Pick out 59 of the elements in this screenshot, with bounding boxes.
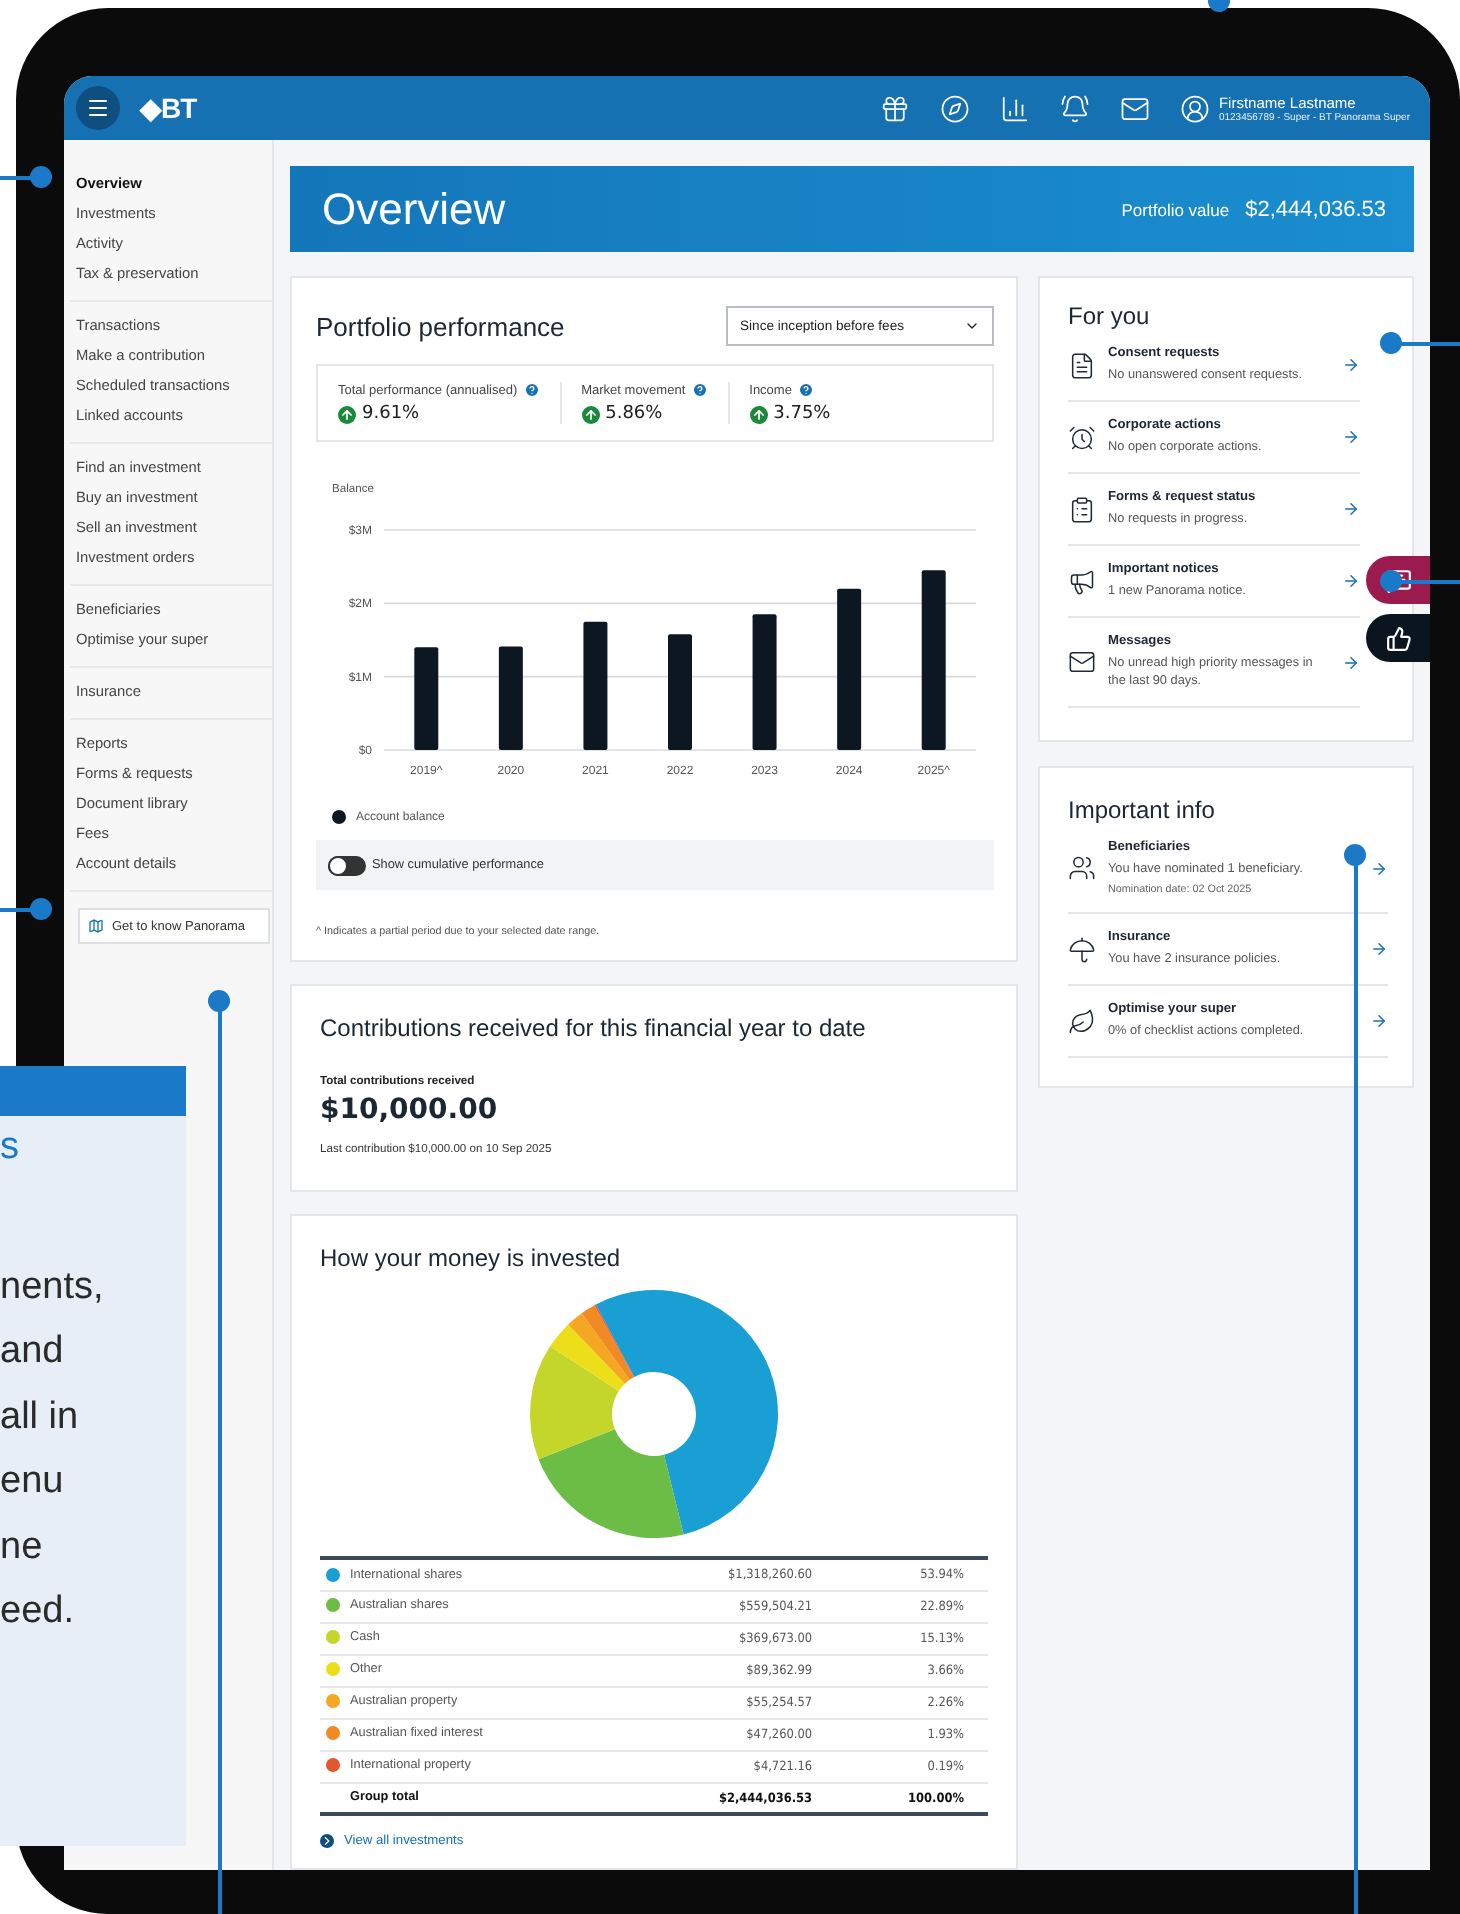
clipboard-icon [1068, 495, 1096, 523]
logo: ◆BT [140, 92, 197, 124]
portfolio-value-label: Portfolio value [1121, 199, 1230, 219]
arrow-right-icon [1342, 428, 1360, 446]
alarm-icon [1068, 423, 1096, 451]
callout-text: eed. [0, 1588, 76, 1636]
metric-value: 3.75% [773, 404, 831, 424]
chevron-icon [320, 1834, 334, 1848]
card-title: Important info [1068, 796, 1217, 824]
mail-icon [1068, 648, 1096, 676]
document-icon [1068, 351, 1096, 379]
people-icon [1068, 854, 1096, 882]
megaphone-icon [1068, 567, 1096, 595]
metric-value: 9.61% [362, 404, 420, 424]
page-title: Overview [322, 183, 506, 235]
callout-text: and [0, 1328, 66, 1376]
help-icon[interactable] [797, 382, 814, 398]
chart-bar [498, 646, 523, 750]
chart-bar [414, 647, 439, 750]
arrow-right-icon [1342, 500, 1360, 518]
contributions-amount: $10,000.00 [320, 1094, 500, 1126]
arrow-right-icon [1342, 356, 1360, 374]
arrow-right-icon [1370, 940, 1388, 958]
toggle-switch[interactable] [328, 855, 366, 875]
portfolio-value: $2,444,036.53 [1245, 197, 1386, 221]
thumbs-up-icon [1385, 625, 1411, 651]
mail-icon[interactable] [1120, 93, 1151, 123]
caret-icon [964, 318, 980, 334]
legend-dot [332, 810, 346, 824]
gift-icon[interactable] [880, 93, 911, 123]
card-title: Contributions received for this financial year to date [320, 1014, 868, 1042]
help-icon[interactable] [691, 382, 708, 398]
chart-icon[interactable] [1000, 93, 1031, 123]
callout-text: enu [0, 1458, 66, 1506]
callout-text: nents, [0, 1263, 106, 1311]
callout-text: ne [0, 1523, 45, 1571]
card-title: Portfolio performance [316, 311, 565, 341]
callout-text: s [0, 1124, 21, 1172]
card-title: For you [1068, 302, 1152, 330]
callout-text: all in [0, 1393, 81, 1441]
user-icon [1180, 93, 1211, 123]
help-icon[interactable] [523, 382, 540, 398]
card-title: How your money is invested [320, 1244, 623, 1272]
umbrella-icon [1068, 935, 1096, 963]
chart-bar [752, 614, 777, 750]
arrow-right-icon [1342, 653, 1360, 671]
metric-value: 5.86% [605, 404, 663, 424]
feedback-button[interactable] [1366, 614, 1430, 662]
chart-bar [583, 621, 608, 750]
bell-icon[interactable] [1060, 93, 1091, 123]
menu-icon [86, 96, 110, 120]
leaf-icon [1068, 1007, 1096, 1035]
map-icon [88, 918, 104, 934]
compass-icon[interactable] [940, 93, 971, 123]
chart-bar [668, 634, 692, 750]
arrow-right-icon [1370, 1012, 1388, 1030]
menu-button[interactable] [76, 86, 120, 130]
arrow-right-icon [1370, 859, 1388, 877]
arrow-right-icon [1342, 572, 1360, 590]
